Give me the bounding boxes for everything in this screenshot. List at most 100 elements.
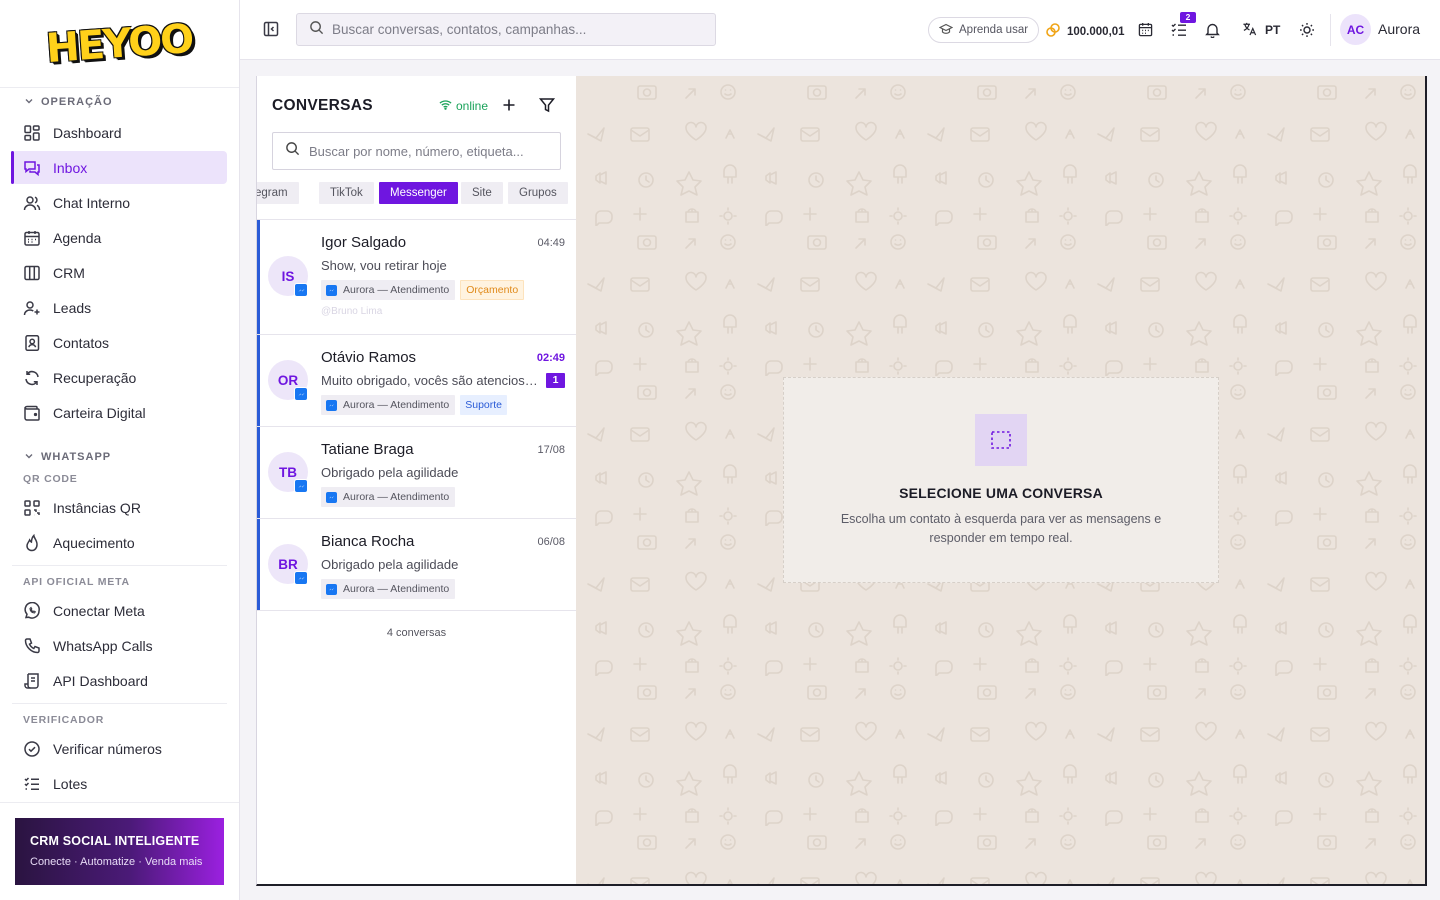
sidebar-item-api-dashboard[interactable]: API Dashboard bbox=[12, 664, 227, 697]
language-selector[interactable]: PT bbox=[1242, 21, 1280, 39]
divider bbox=[0, 802, 239, 803]
conversation-item[interactable]: TB Tatiane Braga 17/08 Obrigado pela agi… bbox=[257, 427, 576, 519]
user-name[interactable]: Aurora bbox=[1378, 21, 1420, 37]
sidebar-item-crm[interactable]: CRM bbox=[12, 256, 227, 289]
filter-icon[interactable] bbox=[538, 96, 556, 114]
sidebar-item-lotes[interactable]: Lotes bbox=[12, 767, 227, 800]
sidebar-item-label: Conectar Meta bbox=[53, 602, 145, 619]
conversation-search-input[interactable] bbox=[309, 143, 549, 159]
last-message: Show, vou retirar hoje bbox=[321, 258, 447, 273]
sidebar-item-label: Instâncias QR bbox=[53, 499, 141, 516]
sidebar-item-label: Lotes bbox=[53, 775, 88, 792]
sidebar-item-label: Carteira Digital bbox=[53, 404, 146, 421]
sidebar-item-aquecimento[interactable]: Aquecimento bbox=[12, 526, 227, 559]
empty-state-subtitle: Escolha um contato à esquerda para ver a… bbox=[840, 512, 1162, 545]
sidebar-item-carteira-digital[interactable]: Carteira Digital bbox=[12, 396, 227, 429]
credits-balance[interactable]: 100.000,01 bbox=[1045, 22, 1125, 41]
conversation-search[interactable] bbox=[272, 132, 561, 170]
sidebar-item-instancias-qr[interactable]: Instâncias QR bbox=[12, 491, 227, 524]
sidebar-item-recuperacao[interactable]: Recuperação bbox=[12, 361, 227, 394]
sidebar-item-conectar-meta[interactable]: Conectar Meta bbox=[12, 594, 227, 627]
translate-icon bbox=[1242, 21, 1265, 39]
sidebar-item-label: Aquecimento bbox=[53, 534, 135, 551]
refresh-icon bbox=[23, 369, 41, 387]
empty-state: SELECIONE UMA CONVERSA Escolha um contat… bbox=[783, 377, 1219, 583]
tab-messenger[interactable]: Messenger bbox=[379, 182, 458, 204]
conversation-time: 06/08 bbox=[537, 536, 565, 548]
sidebar-item-inbox[interactable]: Inbox bbox=[11, 151, 227, 184]
grid-icon bbox=[23, 124, 41, 142]
sun-icon[interactable] bbox=[1298, 21, 1315, 38]
sidebar-item-chat-interno[interactable]: Chat Interno bbox=[12, 186, 227, 219]
new-conversation-button[interactable] bbox=[500, 96, 518, 114]
sidebar-item-contatos[interactable]: Contatos bbox=[12, 326, 227, 359]
learn-button[interactable]: Aprenda usar bbox=[928, 17, 1040, 43]
sidebar-item-dashboard[interactable]: Dashboard bbox=[12, 116, 227, 149]
messenger-icon bbox=[326, 399, 337, 411]
sidebar-item-verificar-numeros[interactable]: Verificar números bbox=[12, 732, 227, 765]
conversation-item[interactable]: IS Igor Salgado 04:49 Show, vou retirar … bbox=[257, 220, 576, 335]
contact-name: Bianca Rocha bbox=[321, 533, 415, 550]
chevron-down-icon bbox=[24, 451, 36, 464]
user-plus-icon bbox=[23, 299, 41, 317]
promo-title: CRM SOCIAL INTELIGENTE bbox=[30, 834, 200, 848]
contact-name: Igor Salgado bbox=[321, 234, 407, 251]
divider bbox=[1330, 14, 1331, 46]
instance-tag: Aurora — Atendimento bbox=[321, 395, 456, 415]
sidebar-item-label: Recuperação bbox=[53, 369, 137, 386]
channel-tabs: egram TikTok Messenger Site Grupos bbox=[257, 182, 576, 204]
calendar-icon bbox=[23, 229, 41, 247]
section-whatsapp[interactable]: WHATSAPP bbox=[0, 445, 239, 469]
contact-name: Otávio Ramos bbox=[321, 349, 417, 366]
check-circle-icon bbox=[23, 740, 41, 758]
conversation-item[interactable]: BR Bianca Rocha 06/08 Obrigado pela agil… bbox=[257, 519, 576, 611]
sidebar-item-label: Dashboard bbox=[53, 124, 122, 141]
messenger-icon bbox=[294, 283, 308, 297]
sidebar-item-label: Chat Interno bbox=[53, 194, 131, 211]
tab-site[interactable]: Site bbox=[461, 182, 503, 204]
tab-tiktok[interactable]: TikTok bbox=[319, 182, 374, 204]
conversation-item[interactable]: OR Otávio Ramos 02:49 Muito obrigado, vo… bbox=[257, 335, 576, 427]
sidebar-item-leads[interactable]: Leads bbox=[12, 291, 227, 324]
global-search-input[interactable] bbox=[332, 22, 692, 37]
avatar[interactable]: AC bbox=[1340, 14, 1371, 45]
global-search[interactable] bbox=[296, 13, 716, 46]
topbar: Aprenda usar 100.000,01 2 PT AC Aurora bbox=[240, 0, 1440, 60]
sidebar-item-agenda[interactable]: Agenda bbox=[12, 221, 227, 254]
promo-banner[interactable]: CRM SOCIAL INTELIGENTE Conecte · Automat… bbox=[15, 818, 224, 885]
section-operacao[interactable]: OPERAÇÃO bbox=[0, 90, 239, 114]
phone-icon bbox=[23, 637, 41, 655]
search-icon bbox=[285, 141, 300, 161]
sidebar-nav: OPERAÇÃO Dashboard Inbox Chat Interno Ag… bbox=[0, 90, 239, 802]
selection-icon bbox=[975, 414, 1027, 466]
tab-telegram[interactable]: egram bbox=[257, 182, 299, 204]
logo-area[interactable]: HEYOO bbox=[0, 0, 239, 88]
conversation-tags: Aurora — Atendimento bbox=[321, 487, 456, 507]
tasks-badge: 2 bbox=[1180, 12, 1196, 23]
conversation-tags: Aurora — Atendimento Orçamento bbox=[321, 280, 525, 300]
sidebar-item-label: Inbox bbox=[53, 159, 88, 176]
tab-grupos[interactable]: Grupos bbox=[508, 182, 568, 204]
qr-icon bbox=[23, 499, 41, 517]
coins-icon bbox=[1045, 22, 1067, 41]
search-icon bbox=[309, 20, 324, 40]
instance-label: Aurora — Atendimento bbox=[343, 583, 450, 595]
connection-status: online bbox=[439, 99, 488, 113]
sidebar-item-label: Verificar números bbox=[53, 740, 162, 757]
contact-book-icon bbox=[23, 334, 41, 352]
last-message: Obrigado pela agilidade bbox=[321, 465, 459, 480]
divider bbox=[12, 703, 227, 704]
sidebar-item-whatsapp-calls[interactable]: WhatsApp Calls bbox=[12, 629, 227, 662]
conversations-title: CONVERSAS bbox=[272, 97, 373, 114]
instance-tag: Aurora — Atendimento bbox=[321, 487, 456, 507]
sidebar-toggle-icon[interactable] bbox=[262, 20, 280, 38]
bell-icon[interactable] bbox=[1204, 21, 1221, 38]
whatsapp-icon bbox=[23, 601, 41, 620]
tasks-icon[interactable] bbox=[1170, 21, 1187, 38]
last-message: Muito obrigado, vocês são atenciosos... bbox=[321, 373, 541, 388]
calendar-icon[interactable] bbox=[1137, 21, 1154, 38]
label-tag: Orçamento bbox=[460, 280, 525, 300]
assigned-agent: @Bruno Lima bbox=[321, 306, 383, 317]
messenger-icon bbox=[294, 571, 308, 585]
chevron-down-icon bbox=[24, 96, 36, 109]
